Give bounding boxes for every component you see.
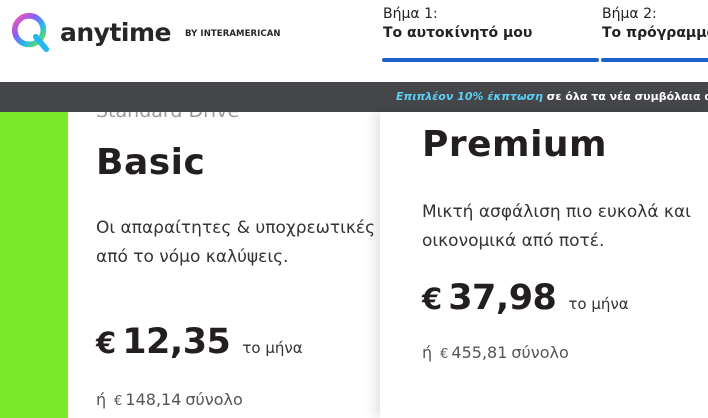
plan-card-premium[interactable]: Premium Μικτή ασφάλιση πιο ευκολά και οι… xyxy=(380,112,708,418)
plan-title: Basic xyxy=(96,142,206,183)
plan-description: Οι απαραίτητες & υποχρεωτικές από το νόμ… xyxy=(96,218,376,267)
monthly-price: € 37,98 το μήνα xyxy=(422,278,629,318)
total-price: ή € 148,14 σύνολο xyxy=(96,390,243,409)
total-or: ή xyxy=(96,390,107,409)
price-amount: 12,35 xyxy=(122,322,231,362)
price-currency: € xyxy=(422,282,443,316)
selected-plan-accent xyxy=(0,112,68,418)
step-progress-bar xyxy=(382,58,599,62)
step-1-tab[interactable]: Βήμα 1: Το αυτοκίνητό μου xyxy=(382,6,599,62)
total-label: σύνολο xyxy=(185,390,243,409)
step-name: Το αυτοκίνητό μου xyxy=(383,25,533,41)
total-price: ή € 455,81 σύνολο xyxy=(422,343,569,362)
promo-message: Επιπλέον 10% έκπτωση σε όλα τα νέα συμβό… xyxy=(396,90,708,103)
plan-card-basic[interactable]: Standard Drive Basic Οι απαραίτητες & υπ… xyxy=(68,112,380,418)
step-progress-bar xyxy=(601,58,708,62)
brand-tagline: BY INTERAMERICAN xyxy=(185,28,281,39)
step-number: Βήμα 1: xyxy=(383,6,438,22)
total-currency: € xyxy=(114,394,123,409)
price-period: το μήνα xyxy=(242,339,303,357)
anytime-logo[interactable]: anytime BY INTERAMERICAN xyxy=(10,10,281,54)
price-period: το μήνα xyxy=(568,295,629,313)
monthly-price: € 12,35 το μήνα xyxy=(96,322,303,362)
step-number: Βήμα 2: xyxy=(602,6,657,22)
plan-title: Premium xyxy=(422,124,608,165)
anytime-logo-mark-icon xyxy=(11,12,50,53)
plan-tag: Standard Drive xyxy=(96,112,239,122)
promo-highlight: Επιπλέον 10% έκπτωση xyxy=(396,90,543,103)
step-name: Το πρόγραμμά xyxy=(602,25,708,41)
step-2-tab[interactable]: Βήμα 2: Το πρόγραμμά xyxy=(601,6,708,62)
plan-description: Μικτή ασφάλιση πιο ευκολά και οικονομικά… xyxy=(422,202,691,251)
site-header: anytime BY INTERAMERICAN Βήμα 1: Το αυτο… xyxy=(0,0,708,82)
total-or: ή xyxy=(422,343,433,362)
total-label: σύνολο xyxy=(511,343,569,362)
price-currency: € xyxy=(96,326,117,360)
total-currency: € xyxy=(440,347,449,362)
promo-text: σε όλα τα νέα συμβόλαια αυτοκι xyxy=(546,90,708,103)
total-amount: 455,81 xyxy=(451,343,508,362)
promo-banner[interactable]: Επιπλέον 10% έκπτωση σε όλα τα νέα συμβό… xyxy=(0,82,708,112)
price-amount: 37,98 xyxy=(448,278,557,318)
brand-name: anytime xyxy=(60,17,172,47)
total-amount: 148,14 xyxy=(125,390,182,409)
